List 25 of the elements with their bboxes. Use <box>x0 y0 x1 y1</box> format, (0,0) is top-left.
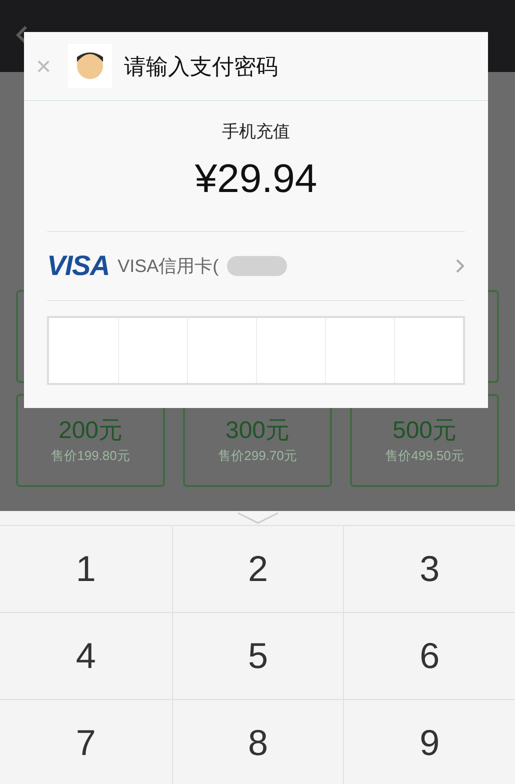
payment-item: 手机充值 <box>222 121 290 143</box>
card-label[interactable]: VISA信用卡( <box>118 252 219 280</box>
keypad-key[interactable]: 5 <box>172 613 344 700</box>
keypad-key[interactable]: 2 <box>172 526 344 613</box>
keypad-key[interactable]: 8 <box>172 700 344 784</box>
option-price: 售价199.80元 <box>51 446 130 465</box>
avatar-icon <box>68 44 112 88</box>
visa-logo: VISA <box>47 249 110 283</box>
keypad-key[interactable]: 6 <box>343 613 515 700</box>
option-amount: 500元 <box>392 416 457 446</box>
keypad-key[interactable]: 9 <box>343 700 515 784</box>
collapse-keyboard-icon[interactable] <box>236 511 278 525</box>
option-price: 售价299.70元 <box>218 446 297 465</box>
dialog-title: 请输入支付密码 <box>124 52 278 80</box>
option-amount: 200元 <box>58 416 123 446</box>
keypad-key[interactable]: 1 <box>0 526 172 613</box>
payment-amount: ¥29.94 <box>194 156 318 202</box>
chevron-right-icon[interactable] <box>455 258 465 274</box>
keypad-key[interactable]: 4 <box>0 613 172 700</box>
keypad-key[interactable]: 7 <box>0 700 172 784</box>
password-field[interactable] <box>47 316 465 385</box>
redacted-card-number <box>226 256 287 276</box>
keypad-key[interactable]: 3 <box>343 526 515 613</box>
option-amount: 300元 <box>225 416 290 446</box>
option-price: 售价499.50元 <box>385 446 464 465</box>
